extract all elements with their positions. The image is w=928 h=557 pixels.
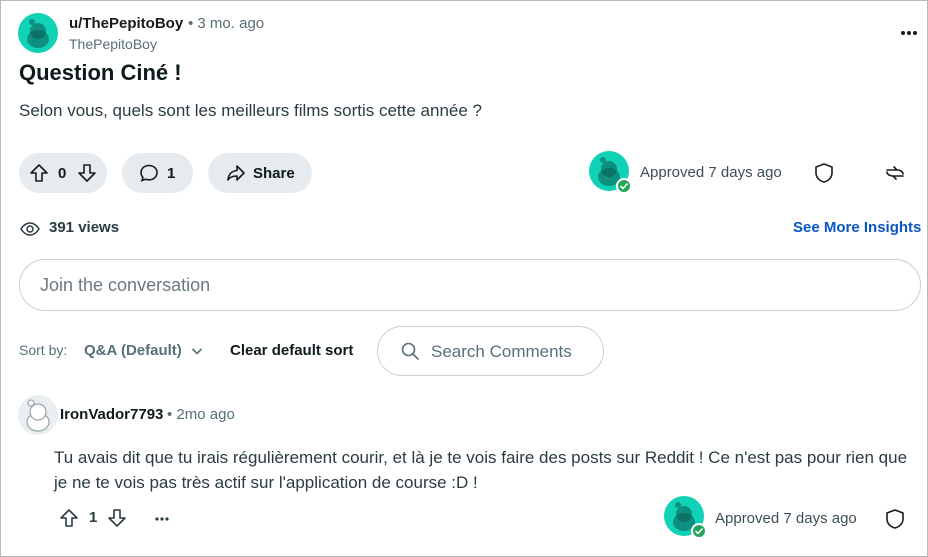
- post-body: Selon vous, quels sont les meilleurs fil…: [19, 101, 483, 120]
- comment-author-name[interactable]: IronVador7793: [60, 406, 163, 423]
- post-author-avatar[interactable]: [18, 13, 58, 53]
- sort-dropdown[interactable]: Q&A (Default): [84, 342, 182, 359]
- ellipsis-icon[interactable]: [152, 508, 172, 533]
- comment-timestamp: • 2mo ago: [167, 406, 235, 423]
- comments-button[interactable]: 1: [122, 153, 193, 193]
- comment-count: 1: [167, 165, 176, 182]
- clear-default-sort-button[interactable]: Clear default sort: [230, 342, 353, 359]
- search-comments-placeholder: Search Comments: [431, 342, 572, 361]
- shield-icon[interactable]: [813, 162, 835, 189]
- share-arrow-icon: [226, 163, 246, 187]
- check-badge-icon: [616, 178, 632, 194]
- post-score: 0: [58, 165, 67, 182]
- downvote-arrow-icon[interactable]: [77, 163, 97, 187]
- upvote-arrow-icon[interactable]: [59, 508, 79, 533]
- speech-bubble-icon: [139, 163, 159, 187]
- join-conversation-input[interactable]: Join the conversation: [19, 259, 921, 311]
- join-conversation-placeholder: Join the conversation: [40, 275, 211, 295]
- search-comments-input[interactable]: Search Comments: [377, 326, 604, 376]
- comment-score: 1: [89, 509, 98, 526]
- comment-body: Tu avais dit que tu irais régulièrement …: [54, 448, 908, 492]
- post-title: Question Ciné !: [19, 60, 182, 85]
- vote-bar: 0: [19, 153, 107, 193]
- post-more-options-button[interactable]: [898, 22, 920, 44]
- share-button[interactable]: Share: [208, 153, 312, 193]
- upvote-arrow-icon[interactable]: [29, 163, 49, 187]
- post-timestamp: • 3 mo. ago: [188, 15, 265, 32]
- mod-tools-icon[interactable]: [883, 161, 907, 190]
- ellipsis-icon: [901, 31, 917, 35]
- post-author-handle: ThePepitoBoy: [69, 36, 157, 52]
- post-approved-status: Approved 7 days ago: [640, 164, 782, 181]
- post-author-name[interactable]: u/ThePepitoBoy: [69, 15, 183, 32]
- share-label: Share: [253, 165, 295, 182]
- chevron-down-icon[interactable]: [190, 344, 204, 363]
- shield-icon[interactable]: [884, 508, 906, 535]
- approver-avatar: [589, 151, 632, 194]
- views-count: 391 views: [49, 219, 120, 236]
- comment-approver-avatar: [664, 496, 707, 539]
- see-more-insights-link[interactable]: See More Insights: [793, 219, 921, 236]
- commenter-avatar[interactable]: [18, 395, 58, 435]
- eye-views-icon: [19, 218, 41, 245]
- search-icon: [400, 341, 420, 366]
- comment-approved-status: Approved 7 days ago: [715, 510, 857, 527]
- downvote-arrow-icon[interactable]: [107, 508, 127, 533]
- sort-by-label: Sort by:: [19, 342, 68, 358]
- check-badge-icon: [691, 523, 707, 539]
